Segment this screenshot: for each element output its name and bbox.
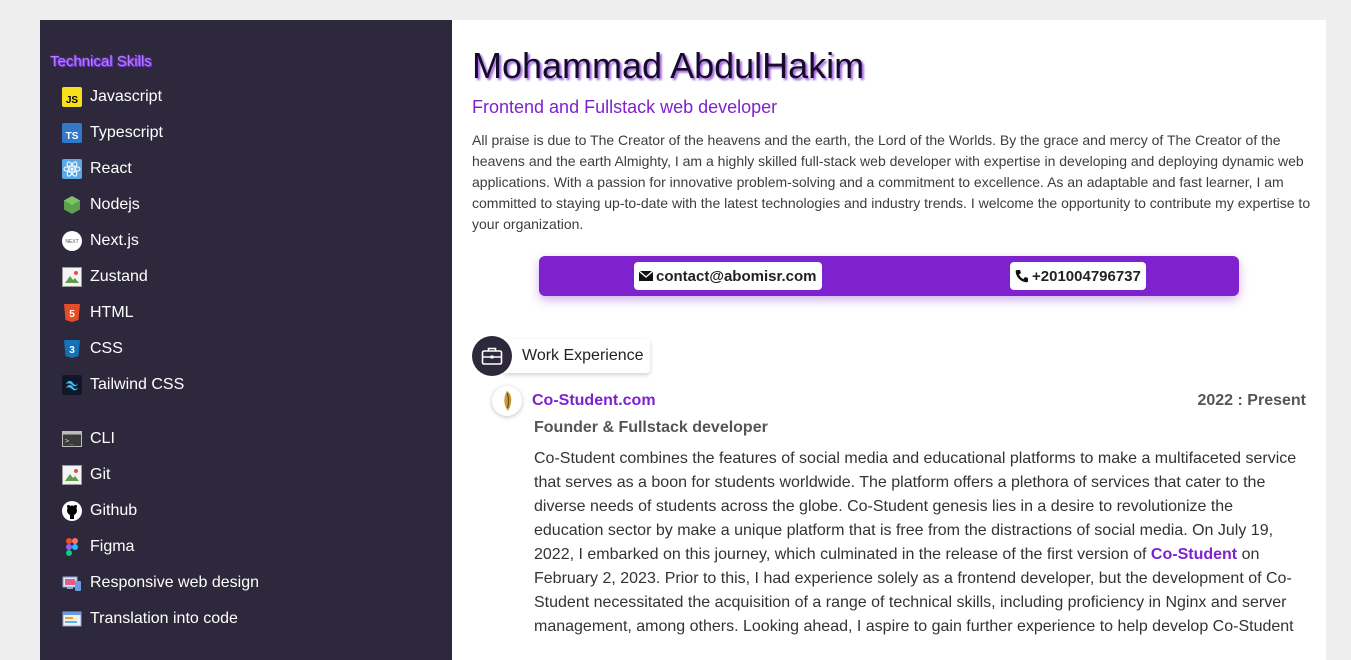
svg-text:JS: JS [66, 95, 79, 106]
about-paragraph: All praise is due to The Creator of the … [472, 132, 1311, 232]
skill-label: Github [90, 502, 138, 519]
company-link[interactable]: Co-Student.com [532, 392, 656, 410]
broken-image-icon [62, 267, 82, 287]
react-icon [62, 159, 82, 179]
co-student-link[interactable]: Co-Student [1151, 546, 1237, 563]
skill-item-javascript: JS Javascript [40, 79, 452, 115]
skill-label: Responsive web design [90, 574, 259, 591]
skill-label: Zustand [90, 268, 148, 285]
skill-group-divider [40, 403, 452, 421]
skill-label: Next.js [90, 232, 139, 249]
contact-bar: contact@abomisr.com +201004796737 [539, 256, 1239, 296]
skill-label: Tailwind CSS [90, 376, 185, 393]
figma-icon [62, 537, 82, 557]
skill-item-github: Github [40, 493, 452, 529]
svg-text:>_: >_ [65, 437, 74, 445]
nodejs-icon [62, 195, 82, 215]
css3-icon: 3 [62, 339, 82, 359]
job-period: 2022 : Present [1197, 392, 1306, 409]
technical-skills-heading: Technical Skills [50, 53, 152, 70]
tailwind-icon [62, 375, 82, 395]
svg-text:3: 3 [69, 345, 75, 356]
resume-page: Technical Skills JS Javascript TS Typesc… [40, 20, 1326, 660]
phone-text: +201004796737 [1032, 267, 1141, 285]
skill-label: CLI [90, 430, 115, 447]
email-text: contact@abomisr.com [656, 267, 817, 285]
skill-label: Javascript [90, 88, 163, 105]
html5-icon: 5 [62, 303, 82, 323]
skill-label: HTML [90, 304, 134, 321]
skill-item-cli: >_ CLI [40, 421, 452, 457]
skill-label: React [90, 160, 132, 177]
broken-image-icon [62, 465, 82, 485]
skill-item-nextjs: NEXT Next.js [40, 223, 452, 259]
skill-item-git: Git [40, 457, 452, 493]
skill-label: Nodejs [90, 196, 140, 213]
skill-item-html: 5 HTML [40, 295, 452, 331]
company-logo-icon [492, 386, 522, 416]
email-icon [638, 268, 654, 284]
skill-item-react: React [40, 151, 452, 187]
skill-item-css: 3 CSS [40, 331, 452, 367]
code-translation-icon [62, 609, 82, 629]
skill-label: Git [90, 466, 111, 483]
skill-item-nodejs: Nodejs [40, 187, 452, 223]
skill-item-typescript: TS Typescript [40, 115, 452, 151]
skill-label: CSS [90, 340, 123, 357]
skill-item-tailwind: Tailwind CSS [40, 367, 452, 403]
javascript-icon: JS [62, 87, 82, 107]
svg-text:5: 5 [69, 309, 75, 320]
skill-item-figma: Figma [40, 529, 452, 565]
skill-item-translation: Translation into code [40, 601, 452, 637]
section-label: Work Experience [504, 339, 650, 373]
skill-list: JS Javascript TS Typescript React Nodejs… [40, 79, 452, 637]
job-role: Founder & Fullstack developer [534, 419, 768, 436]
phone-icon [1014, 268, 1030, 284]
skill-label: Typescript [90, 124, 163, 141]
svg-text:TS: TS [66, 131, 79, 142]
briefcase-icon [472, 336, 512, 376]
email-link[interactable]: contact@abomisr.com [634, 262, 822, 290]
job-title-subtitle: Frontend and Fullstack web developer [472, 97, 778, 117]
job-description: Co-Student combines the features of soci… [534, 447, 1306, 639]
skill-label: Translation into code [90, 610, 238, 627]
svg-text:NEXT: NEXT [65, 239, 78, 245]
work-experience-heading: Work Experience [472, 336, 650, 376]
main-content: Mohammad AbdulHakim Frontend and Fullsta… [452, 20, 1326, 660]
skill-label: Figma [90, 538, 135, 555]
phone-link[interactable]: +201004796737 [1010, 262, 1146, 290]
terminal-icon: >_ [62, 429, 82, 449]
sidebar: Technical Skills JS Javascript TS Typesc… [40, 20, 452, 660]
skill-item-responsive: Responsive web design [40, 565, 452, 601]
typescript-icon: TS [62, 123, 82, 143]
nextjs-icon: NEXT [62, 231, 82, 251]
github-icon [62, 501, 82, 521]
responsive-devices-icon [62, 573, 82, 593]
skill-item-zustand: Zustand [40, 259, 452, 295]
person-name: Mohammad AbdulHakim [472, 45, 865, 86]
